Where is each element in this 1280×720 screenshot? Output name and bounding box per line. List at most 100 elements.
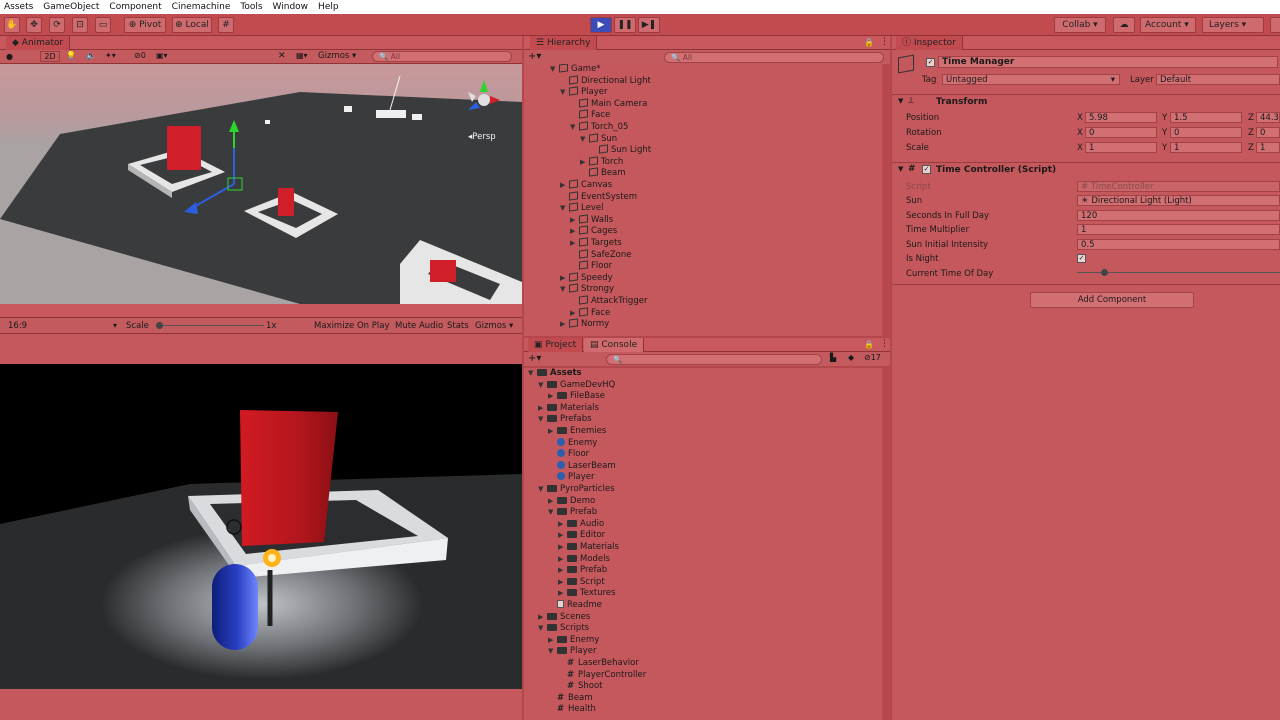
seconds-field[interactable]: 120 — [1077, 210, 1280, 221]
shading-mode-icon[interactable]: ● — [6, 52, 20, 62]
project-item[interactable]: Readme — [524, 600, 602, 612]
project-item[interactable]: ▶ Textures — [524, 588, 616, 600]
camera-icon[interactable]: ▣▾ — [156, 51, 168, 60]
project-item[interactable]: ▼ PyroParticles — [524, 484, 615, 496]
scene-search-input[interactable]: 🔍 All — [372, 51, 512, 62]
time-controller-header[interactable]: ▼ # ✓ Time Controller (Script) — [892, 162, 1280, 176]
collapse-arrow-icon[interactable]: ▶ — [558, 577, 567, 589]
expand-arrow-icon[interactable]: ▼ — [580, 134, 589, 146]
collapse-arrow-icon[interactable]: ▶ — [570, 238, 579, 250]
menu-component[interactable]: Component — [109, 2, 161, 12]
hierarchy-item[interactable]: ▼ Game* — [524, 64, 601, 76]
layer-dropdown[interactable]: Default — [1156, 74, 1280, 85]
hierarchy-item[interactable]: ▼ Strongy — [524, 283, 614, 296]
play-button[interactable]: ▶ — [590, 17, 612, 33]
add-component-button[interactable]: Add Component — [1030, 292, 1194, 308]
collapse-arrow-icon[interactable]: ▶ — [558, 542, 567, 554]
expand-arrow-icon[interactable]: ▼ — [538, 484, 547, 496]
expand-arrow-icon[interactable]: ▼ — [560, 87, 569, 99]
tag-dropdown[interactable]: Untagged ▾ — [942, 74, 1120, 85]
collapse-arrow-icon[interactable]: ▶ — [538, 403, 547, 415]
collapse-arrow-icon[interactable]: ▶ — [558, 565, 567, 577]
project-lock-icon[interactable]: 🔒 — [864, 340, 874, 349]
menu-gameobject[interactable]: GameObject — [43, 2, 99, 12]
tab-console[interactable]: ▤ Console — [584, 338, 645, 352]
multiplier-field[interactable]: 1 — [1077, 224, 1280, 235]
project-item[interactable]: ▶ Materials — [524, 542, 619, 554]
project-item[interactable]: # Beam — [524, 693, 593, 705]
project-item[interactable]: ▶ Scenes — [524, 612, 590, 624]
hierarchy-item[interactable]: ▶ Canvas — [524, 179, 612, 192]
hierarchy-item[interactable]: ▶ Torch — [524, 156, 623, 169]
scale-x-field[interactable]: 1 — [1085, 142, 1157, 153]
hierarchy-scrollbar[interactable] — [882, 64, 890, 336]
project-item[interactable]: ▼ GameDevHQ — [524, 380, 615, 392]
project-item[interactable]: ▶ Script — [524, 577, 605, 589]
hierarchy-item[interactable]: ▶ Walls — [524, 214, 613, 227]
lighting-icon[interactable]: 💡 — [66, 51, 76, 60]
project-item[interactable]: ▼ Player — [524, 646, 596, 658]
hierarchy-item[interactable]: Directional Light — [524, 74, 651, 88]
hierarchy-item[interactable]: EventSystem — [524, 190, 637, 204]
project-item[interactable]: # LaserBehavior — [524, 658, 639, 670]
tab-hierarchy[interactable]: ☰ Hierarchy — [530, 36, 598, 50]
transform-header[interactable]: ▼ ⟂ Transform — [892, 94, 1280, 108]
project-item[interactable]: ▼ Prefabs — [524, 414, 592, 426]
cloud-icon[interactable]: ☁ — [1113, 17, 1135, 33]
hierarchy-item[interactable]: ▶ Normy — [524, 318, 609, 331]
expand-arrow-icon[interactable]: ▼ — [538, 380, 547, 392]
collapse-arrow-icon[interactable]: ▶ — [560, 319, 569, 331]
rect-tool-icon[interactable]: ▭ — [95, 17, 111, 33]
layers-dropdown[interactable]: Layers ▾ — [1202, 17, 1264, 33]
mute-audio-toggle[interactable]: Mute Audio — [395, 321, 443, 331]
project-item[interactable]: ▶ Enemies — [524, 426, 606, 438]
tab-animator[interactable]: ◆ Animator — [6, 36, 71, 50]
collapse-arrow-icon[interactable]: ▶ — [560, 273, 569, 285]
move-tool-icon[interactable]: ✥ — [26, 17, 42, 33]
project-item[interactable]: # Shoot — [524, 681, 603, 693]
project-item[interactable]: ▼ Scripts — [524, 623, 589, 635]
scale-y-field[interactable]: 1 — [1170, 142, 1242, 153]
hierarchy-item[interactable]: AttackTrigger — [524, 295, 647, 308]
collapse-arrow-icon[interactable]: ▶ — [570, 226, 579, 238]
collapse-arrow-icon[interactable]: ▶ — [558, 554, 567, 566]
rotation-y-field[interactable]: 0 — [1170, 127, 1242, 138]
is-night-checkbox[interactable]: ✓ — [1077, 254, 1086, 263]
hierarchy-item[interactable]: SafeZone — [524, 248, 631, 262]
current-time-slider[interactable] — [1077, 269, 1280, 277]
account-dropdown[interactable]: Account ▾ — [1140, 17, 1196, 33]
hierarchy-item[interactable]: ▶ Face — [524, 306, 610, 320]
collapse-arrow-icon[interactable]: ▶ — [580, 157, 589, 169]
hierarchy-item[interactable]: Sun Light — [524, 144, 651, 157]
collapse-arrow-icon[interactable]: ▶ — [548, 496, 557, 508]
hidden-packages-toggle[interactable]: ⊘17 — [864, 353, 881, 362]
menu-window[interactable]: Window — [273, 2, 309, 12]
tab-inspector[interactable]: ⓘ Inspector — [896, 36, 963, 50]
project-item[interactable]: ▶ Editor — [524, 530, 605, 542]
scale-tool-icon[interactable]: ⊡ — [72, 17, 88, 33]
project-item[interactable]: Floor — [524, 449, 589, 461]
maximize-on-play-toggle[interactable]: Maximize On Play — [314, 321, 389, 331]
filter-label-icon[interactable]: ◆ — [848, 353, 854, 362]
aspect-dropdown-arrow[interactable]: ▾ — [113, 321, 117, 330]
effects-icon[interactable]: ✦▾ — [105, 51, 116, 60]
pivot-toggle[interactable]: ⊕ Pivot — [124, 17, 166, 33]
collapse-arrow-icon[interactable]: ▶ — [538, 612, 547, 624]
lock-icon[interactable]: 🔒 — [864, 38, 874, 47]
project-item[interactable]: ▶ Materials — [524, 403, 599, 415]
project-scrollbar[interactable] — [882, 368, 890, 720]
collapse-arrow-icon[interactable]: ▶ — [548, 635, 557, 647]
rotation-z-field[interactable]: 0 — [1256, 127, 1280, 138]
menu-tools[interactable]: Tools — [240, 2, 262, 12]
intensity-field[interactable]: 0.5 — [1077, 239, 1280, 250]
collapse-arrow-icon[interactable]: ▶ — [570, 215, 579, 227]
hierarchy-item[interactable]: ▼ Player — [524, 86, 607, 99]
expand-arrow-icon[interactable]: ▼ — [538, 414, 547, 426]
filter-type-icon[interactable]: ▙ — [830, 353, 836, 362]
persp-label[interactable]: ◂Persp — [468, 132, 496, 142]
scene-gizmos-dropdown[interactable]: Gizmos ▾ — [318, 51, 356, 61]
menu-cinemachine[interactable]: Cinemachine — [172, 2, 231, 12]
pause-button[interactable]: ❚❚ — [614, 17, 636, 33]
aspect-dropdown[interactable]: 16:9 — [8, 321, 27, 331]
tab-project[interactable]: ▣ Project — [528, 338, 584, 352]
